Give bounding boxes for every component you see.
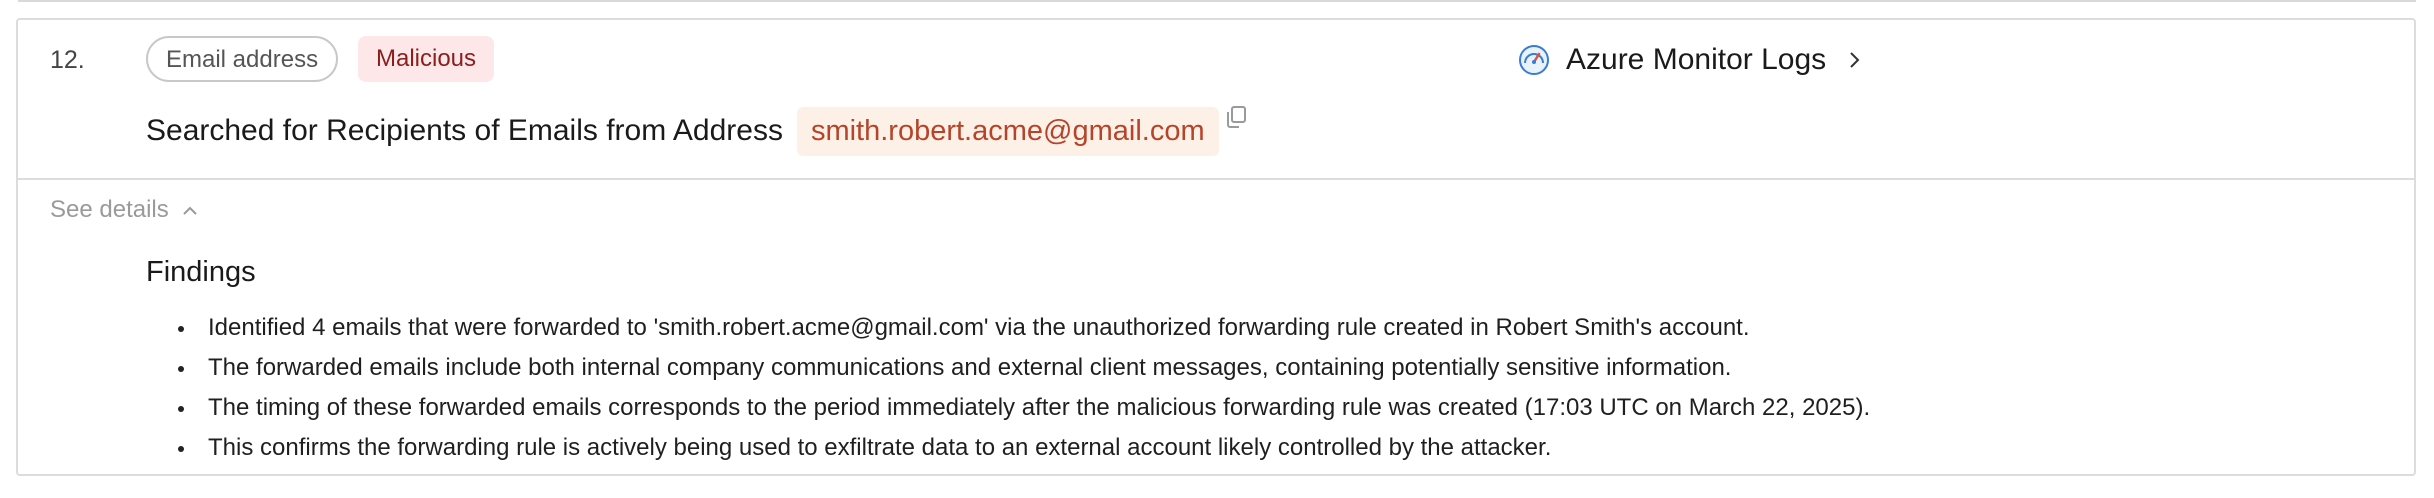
chevron-right-icon <box>1850 52 1860 68</box>
finding-item: The timing of these forwarded emails cor… <box>146 388 1870 428</box>
finding-item: This confirms the forwarding rule is act… <box>146 428 1870 468</box>
gauge-icon <box>1519 45 1549 75</box>
entity-type-chip: Email address <box>146 36 339 82</box>
top-divider <box>18 0 2416 2</box>
finding-item: The forwarded emails include both intern… <box>146 348 1870 388</box>
see-details-label: See details <box>50 196 169 223</box>
chevron-up-icon <box>183 206 197 215</box>
see-details-toggle[interactable]: See details <box>50 196 199 224</box>
copy-icon[interactable] <box>1225 105 1247 129</box>
ioc-value: smith.robert.acme@gmail.com <box>796 106 1219 156</box>
findings-list: Identified 4 emails that were forwarded … <box>146 308 1870 468</box>
step-header: 12. Email address Malicious Azure Monito… <box>18 20 2414 180</box>
findings-heading: Findings <box>146 256 256 288</box>
action-description: Searched for Recipients of Emails from A… <box>146 114 783 147</box>
finding-item: Identified 4 emails that were forwarded … <box>146 308 1870 348</box>
verdict-badge: Malicious <box>358 36 495 82</box>
data-source-link[interactable]: Azure Monitor Logs <box>1518 38 1864 82</box>
step-action: Searched for Recipients of Emails from A… <box>146 104 1247 158</box>
investigation-step-card: 12. Email address Malicious Azure Monito… <box>16 18 2416 476</box>
step-number: 12. <box>50 46 85 74</box>
data-source-label: Azure Monitor Logs <box>1566 43 1827 76</box>
